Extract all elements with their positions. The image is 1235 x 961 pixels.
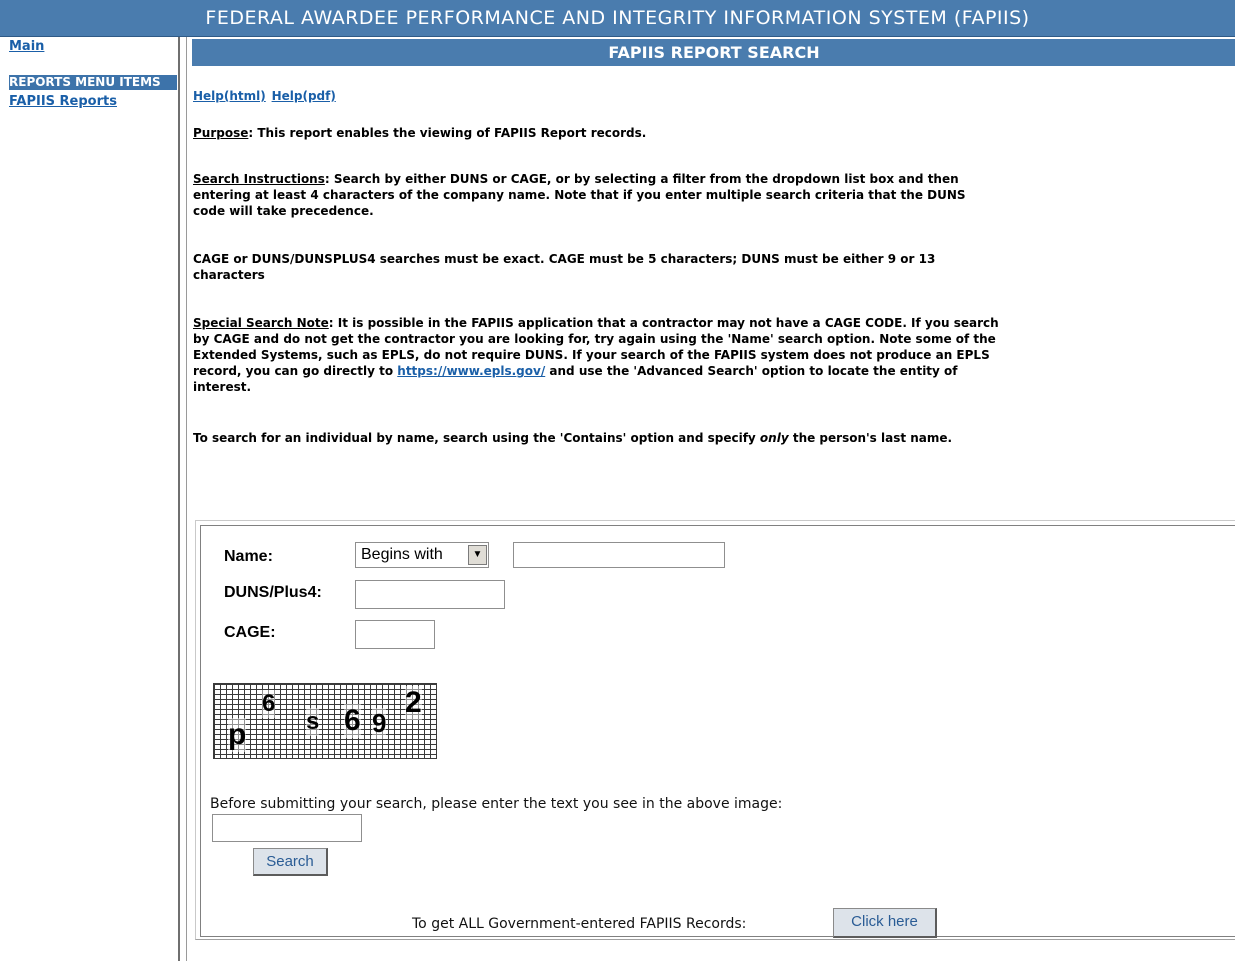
search-button[interactable]: Search [253,848,328,876]
help-pdf-link[interactable]: Help(pdf) [272,89,336,103]
main-content: FAPIIS REPORT SEARCH Help(html) Help(pdf… [186,37,1235,961]
captcha-input[interactable] [212,814,362,842]
individual-text-1: To search for an individual by name, sea… [193,431,760,445]
help-links: Help(html) Help(pdf) [193,89,338,103]
individual-only-text: only [759,431,789,445]
sidebar-link-fapiis-reports[interactable]: FAPIIS Reports [9,94,117,109]
captcha-char: 2 [405,686,422,720]
search-form: Name: Begins with ▼ DUNS/Plus4: CAGE: p … [200,525,1235,938]
purpose-text: : This report enables the viewing of FAP… [248,126,647,140]
captcha-char: 6 [262,690,276,718]
search-form-box: Name: Begins with ▼ DUNS/Plus4: CAGE: p … [195,520,1235,940]
sidebar: Main REPORTS MENU ITEMS FAPIIS Reports [0,37,180,961]
name-filter-select[interactable]: Begins with ▼ [355,542,489,568]
chevron-down-icon[interactable]: ▼ [468,545,487,565]
exact-search-text: CAGE or DUNS/DUNSPLUS4 searches must be … [193,252,936,282]
help-html-link[interactable]: Help(html) [193,89,266,103]
special-note-label: Special Search Note [193,316,329,330]
purpose-paragraph: Purpose: This report enables the viewing… [193,125,1013,141]
captcha-char: 6 [344,704,361,738]
cage-input[interactable] [355,620,435,649]
name-label: Name: [224,548,273,565]
app-title: FEDERAL AWARDEE PERFORMANCE AND INTEGRIT… [205,7,1030,29]
captcha-image: p 6 s 6 9 2 [213,683,437,759]
special-note-paragraph: Special Search Note: It is possible in t… [193,315,1015,395]
captcha-char: s [306,708,320,736]
captcha-char: p [228,718,247,752]
page-title: FAPIIS REPORT SEARCH [192,39,1235,66]
duns-input[interactable] [355,580,505,609]
sidebar-menu-heading: REPORTS MENU ITEMS [9,75,177,90]
cage-label: CAGE: [224,624,276,641]
individual-text-2: the person's last name. [788,431,953,445]
click-here-button[interactable]: Click here [833,908,937,938]
individual-search-paragraph: To search for an individual by name, sea… [193,430,983,446]
epls-link[interactable]: https://www.epls.gov/ [397,364,545,378]
exact-search-paragraph: CAGE or DUNS/DUNSPLUS4 searches must be … [193,251,1003,283]
duns-label: DUNS/Plus4: [224,584,322,601]
purpose-label: Purpose [193,126,249,140]
all-records-text: To get ALL Government-entered FAPIIS Rec… [412,916,747,932]
search-instructions-label: Search Instructions [193,172,325,186]
search-instructions-paragraph: Search Instructions: Search by either DU… [193,171,993,219]
app-title-bar: FEDERAL AWARDEE PERFORMANCE AND INTEGRIT… [0,0,1235,37]
captcha-instruction: Before submitting your search, please en… [210,796,783,812]
sidebar-link-main[interactable]: Main [9,39,44,54]
captcha-char: 9 [372,708,387,739]
name-filter-value: Begins with [361,546,443,563]
name-input[interactable] [513,542,725,568]
